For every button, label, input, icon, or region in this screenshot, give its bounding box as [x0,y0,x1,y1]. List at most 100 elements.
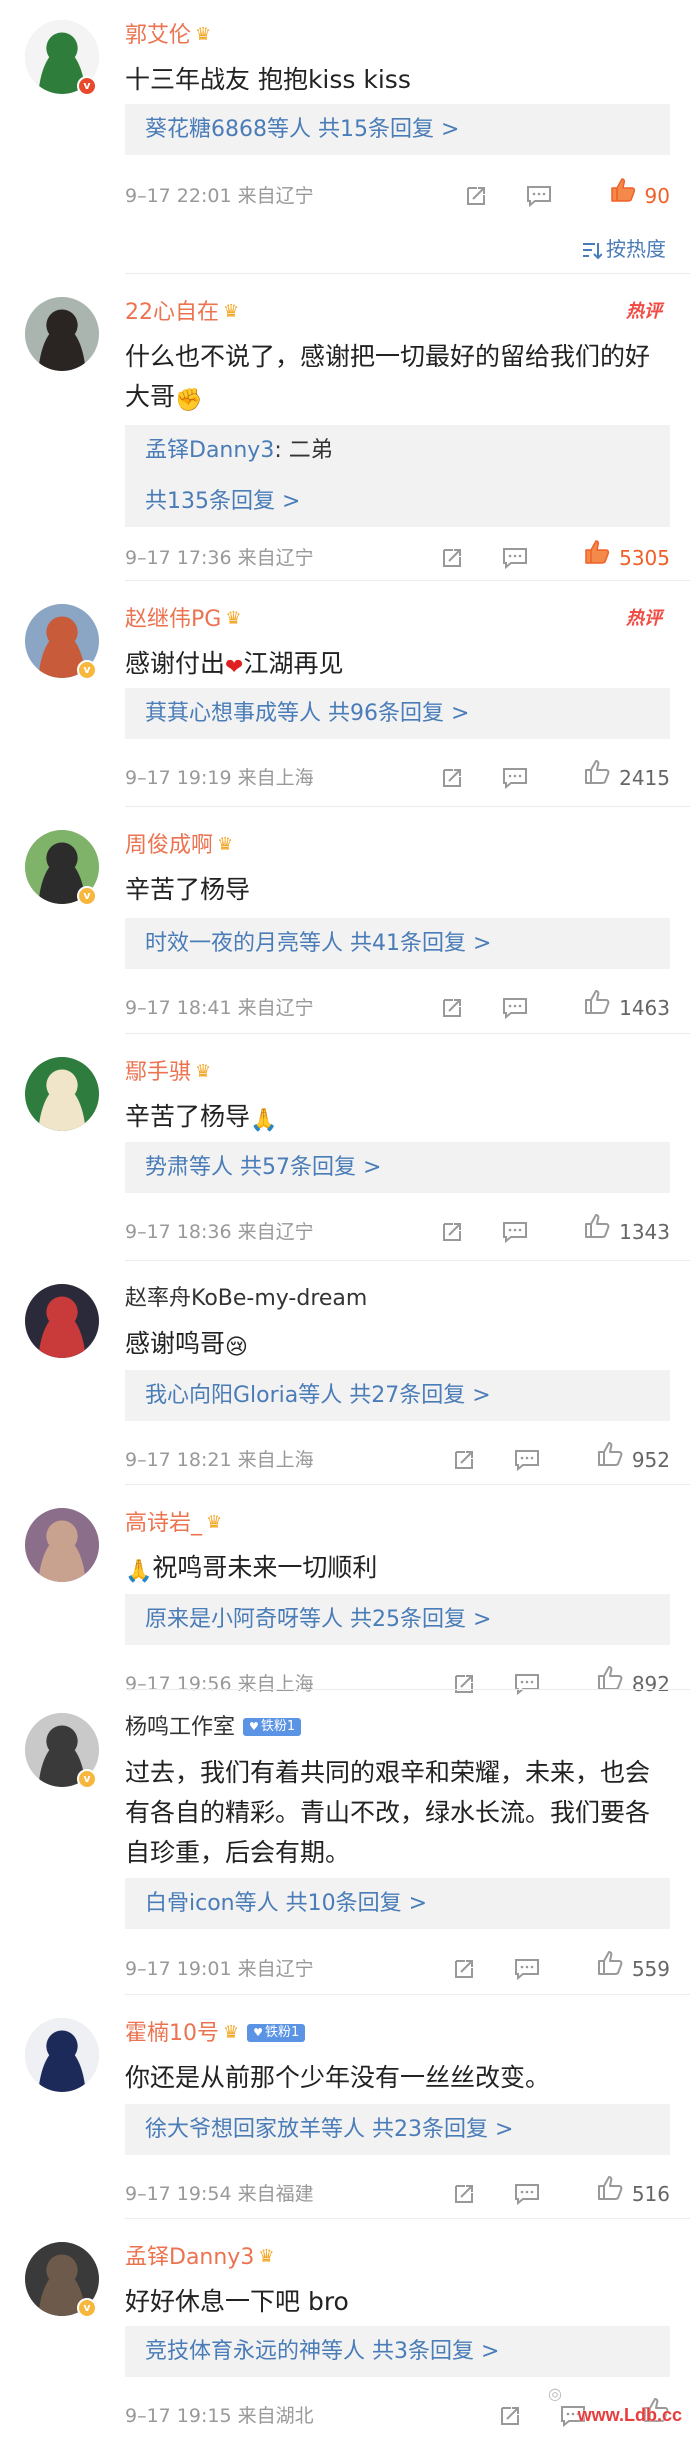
comment-icon[interactable] [514,2176,540,2212]
reply-preview-box[interactable]: 势肃等人 共57条回复 > [125,1142,670,1193]
comment-icon[interactable] [502,1214,528,1250]
share-icon[interactable] [440,760,464,796]
user-avatar[interactable] [25,297,99,371]
comment-icon[interactable] [514,1666,540,1702]
reply-line[interactable]: 势肃等人 共57条回复 > [145,1142,650,1193]
reply-count-link[interactable]: 等人 共27条回复 > [298,1383,490,1408]
comment-icon[interactable] [514,1951,540,1987]
reply-user-link[interactable]: 徐大爷想回家放羊 [145,2117,321,2142]
comment-time-location: 9–17 18:21 来自上海 [125,1449,314,1471]
like-count: 559 [631,1957,670,1981]
reply-count-link[interactable]: 等人 共96条回复 > [277,701,469,726]
username[interactable]: 赵率舟KoBe-my-dream [125,1284,367,1314]
username[interactable]: 杨鸣工作室 ♥ 铁粉1 [125,1713,302,1743]
user-avatar[interactable] [25,2018,99,2092]
reply-count-link[interactable]: 等人 共57条回复 > [189,1155,381,1180]
username[interactable]: 高诗岩_ ♛ [125,1508,222,1539]
share-icon[interactable] [440,1214,464,1250]
reply-count-link[interactable]: 等人 共41条回复 > [299,931,491,956]
avatar-image [25,1284,99,1358]
reply-line[interactable]: 原来是小阿奇呀等人 共25条回复 > [145,1594,650,1645]
share-icon[interactable] [464,178,488,214]
reply-preview-box[interactable]: 我心向阳Gloria等人 共27条回复 > [125,1370,670,1421]
like-button[interactable]: 2415 [583,760,670,796]
like-count: 90 [644,184,670,208]
like-button[interactable]: 5305 [583,540,670,576]
like-button[interactable]: 516 [596,2176,670,2212]
reply-user-link[interactable]: 白骨icon [145,1891,235,1916]
reply-line[interactable]: 葵花糖6868等人 共15条回复 > [145,104,650,155]
username[interactable]: 赵继伟PG ♛ [125,604,241,635]
comment-icon[interactable] [502,990,528,1026]
comment-meta-row: 9–17 18:41 来自辽宁 1463 [125,990,670,1026]
user-avatar[interactable] [25,1284,99,1358]
share-icon[interactable] [452,1666,476,1702]
like-button[interactable]: 90 [609,178,670,214]
reply-count-link[interactable]: 等人 共10条回复 > [235,1891,427,1916]
reply-line[interactable]: 共135条回复 > [145,476,650,527]
reply-count-link[interactable]: 等人 共23条回复 > [321,2117,513,2142]
share-icon[interactable] [452,1951,476,1987]
username[interactable]: 霍楠10号 ♛ ♥ 铁粉1 [125,2018,306,2049]
username[interactable]: 郭艾伦 ♛ [125,20,211,51]
comment-icon[interactable] [502,760,528,796]
username-text: 22心自在 [125,300,219,325]
comment-icon[interactable] [526,178,552,214]
reply-count-link[interactable]: 等人 共25条回复 > [299,1607,491,1632]
reply-preview-box[interactable]: 萁萁心想事成等人 共96条回复 > [125,688,670,739]
comment-divider [125,806,690,807]
share-icon[interactable] [498,2398,522,2434]
reply-user-link[interactable]: 原来是小阿奇呀 [145,1607,299,1632]
reply-preview-box[interactable]: 竞技体育永远的神等人 共3条回复 > [125,2326,670,2377]
share-icon[interactable] [440,990,464,1026]
reply-preview-box[interactable]: 徐大爷想回家放羊等人 共23条回复 > [125,2104,670,2155]
user-avatar[interactable] [25,1057,99,1131]
comment-text-content: 什么也不说了，感谢把一切最好的留给我们的好大哥 [125,342,651,411]
reply-line[interactable]: 孟铎Danny3: 二弟 [145,425,650,476]
reply-text: : 二弟 [274,438,333,463]
share-icon[interactable] [452,2176,476,2212]
reply-preview-box[interactable]: 孟铎Danny3: 二弟共135条回复 > [125,425,670,527]
reply-user-link[interactable]: 葵花糖6868 [145,117,267,142]
reply-line[interactable]: 竞技体育永远的神等人 共3条回复 > [145,2326,650,2377]
comment-meta-row: 9–17 18:36 来自辽宁 1343 [125,1214,670,1250]
reply-count-link[interactable]: 等人 共3条回复 > [321,2339,499,2364]
comment-icon[interactable] [514,1442,540,1478]
like-button[interactable]: 559 [596,1951,670,1987]
sort-by-hot-button[interactable]: 按热度 [582,234,666,264]
user-avatar[interactable] [25,1508,99,1582]
reply-preview-box[interactable]: 白骨icon等人 共10条回复 > [125,1878,670,1929]
pray-emoji-icon: 🙏 [125,1559,153,1584]
reply-line[interactable]: 我心向阳Gloria等人 共27条回复 > [145,1370,650,1421]
like-button[interactable]: 1343 [583,1214,670,1250]
reply-user-link[interactable]: 势肃 [145,1155,189,1180]
comment-icon[interactable] [502,540,528,576]
reply-preview-box[interactable]: 时效一夜的月亮等人 共41条回复 > [125,918,670,969]
reply-user-link[interactable]: 时效一夜的月亮 [145,931,299,956]
share-icon[interactable] [440,540,464,576]
reply-line[interactable]: 时效一夜的月亮等人 共41条回复 > [145,918,650,969]
reply-line[interactable]: 白骨icon等人 共10条回复 > [145,1878,650,1929]
username[interactable]: 鄢手骐 ♛ [125,1057,211,1088]
reply-preview-box[interactable]: 原来是小阿奇呀等人 共25条回复 > [125,1594,670,1645]
comment-time-location: 9–17 19:56 来自上海 [125,1673,314,1695]
share-icon[interactable] [452,1442,476,1478]
reply-line[interactable]: 萁萁心想事成等人 共96条回复 > [145,688,650,739]
username[interactable]: 22心自在 ♛ [125,297,239,328]
username[interactable]: 周俊成啊 ♛ [125,830,233,861]
username[interactable]: 孟铎Danny3 ♛ [125,2242,274,2273]
like-button[interactable]: 952 [596,1442,670,1478]
like-button[interactable]: 1463 [583,990,670,1026]
reply-user-link[interactable]: 萁萁心想事成 [145,701,277,726]
reply-line[interactable]: 徐大爷想回家放羊等人 共23条回复 > [145,2104,650,2155]
reply-preview-box[interactable]: 葵花糖6868等人 共15条回复 > [125,104,670,155]
verified-badge-icon: v [77,660,97,680]
reply-user-link[interactable]: 孟铎Danny3 [145,438,274,463]
reply-user-link[interactable]: 我心向阳Gloria [145,1383,298,1408]
comment-text: 感谢鸣哥 😢 [125,1324,670,1368]
like-button[interactable]: 892 [596,1666,670,1702]
reply-user-link[interactable]: 共135条回复 > [145,489,300,514]
comment-text: 感谢付出❤江湖再见 [125,644,670,688]
reply-count-link[interactable]: 等人 共15条回复 > [267,117,459,142]
reply-user-link[interactable]: 竞技体育永远的神 [145,2339,321,2364]
